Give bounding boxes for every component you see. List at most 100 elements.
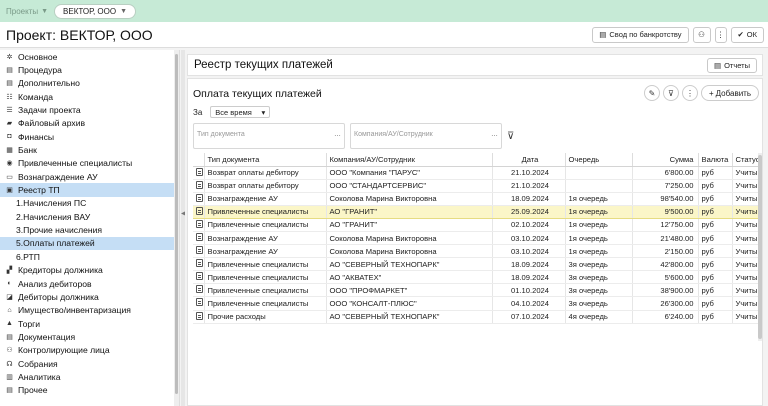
- sidebar-item[interactable]: 3.Прочие начисления: [0, 223, 179, 236]
- sidebar-item[interactable]: ▞ Кредиторы должника: [0, 264, 179, 277]
- cell-date: 18.09.2024: [492, 192, 566, 206]
- sidebar-item[interactable]: ☷ Команда: [0, 90, 179, 103]
- document-icon: [195, 246, 203, 255]
- table-row[interactable]: Возврат оплаты дебитору ООО "СТАНДАРТСЕРВ…: [193, 179, 762, 193]
- table-scrollbar[interactable]: [758, 153, 762, 341]
- chevron-down-icon: ▼: [120, 7, 128, 15]
- document-type-filter[interactable]: Тип документа …: [193, 123, 345, 149]
- sidebar-item[interactable]: ▰ Файловый архив: [0, 117, 179, 130]
- sidebar-item[interactable]: ◉ Привлеченные специалисты: [0, 157, 179, 170]
- cell-type: Вознаграждение АУ: [204, 244, 327, 259]
- ellipsis-icon[interactable]: …: [491, 131, 498, 138]
- sidebar-item[interactable]: 6.РТП: [0, 250, 179, 263]
- document-icon: [195, 219, 203, 228]
- cell-queue: 3я очередь: [565, 283, 633, 298]
- sidebar-item[interactable]: ▥ Аналитика: [0, 370, 179, 383]
- cell-sum: 5'600.00: [632, 270, 699, 285]
- wallet-icon: ▭: [6, 173, 13, 181]
- period-select[interactable]: Все время ▾: [210, 106, 271, 118]
- sidebar-item[interactable]: ▤ Прочее: [0, 384, 179, 397]
- document-icon: ▤: [6, 333, 13, 341]
- cell-company: АО "ГРАНИТ": [326, 204, 493, 219]
- sidebar-item[interactable]: ⌂ Имущество/инвентаризация: [0, 304, 179, 317]
- breadcrumb-projects[interactable]: Проекты: [6, 7, 38, 16]
- apply-filter-icon[interactable]: ⊽: [507, 131, 514, 142]
- add-button[interactable]: + Добавить: [700, 85, 759, 101]
- main-content: Реестр текущих платежей ▤ Отчеты Оплата …: [185, 52, 768, 406]
- sidebar-item[interactable]: 1.Начисления ПС: [0, 197, 179, 210]
- sidebar-item[interactable]: ▤ Процедура: [0, 63, 179, 76]
- sidebar: ✲ Основное ▤ Процедура ▤ Дополнительно ☷ Команд…: [0, 50, 180, 406]
- sidebar-item[interactable]: ▤ Документация: [0, 330, 179, 343]
- user-settings-button[interactable]: ⚇: [692, 26, 711, 43]
- col-date[interactable]: Дата: [492, 153, 566, 167]
- document-icon: [195, 233, 203, 242]
- table-row[interactable]: Возврат оплаты дебитору ООО "Компания "ПА…: [193, 166, 762, 180]
- row-icon-cell: [193, 257, 205, 272]
- more-button[interactable]: ⋮: [681, 85, 698, 101]
- sidebar-item-label: 5.Оплаты платежей: [16, 238, 95, 249]
- col-currency[interactable]: Валюта: [698, 153, 733, 167]
- sidebar-item[interactable]: ▲ Торги: [0, 317, 179, 330]
- org-selector[interactable]: ВЕКТОР, ООО ▼: [54, 3, 137, 19]
- table-row[interactable]: Вознаграждение АУ Соколова Марина Викторо…: [193, 244, 762, 259]
- sidebar-item-label: Банк: [18, 145, 37, 156]
- col-sum[interactable]: Сумма: [632, 153, 699, 167]
- payments-table: Тип документа Компания/АУ/Сотрудник Дата…: [193, 153, 762, 324]
- more-menu-button[interactable]: ⋮: [714, 26, 727, 43]
- sidebar-item[interactable]: ◘ Финансы: [0, 130, 179, 143]
- table-row[interactable]: Привлеченные специалисты АО "ГРАНИТ" 02.10…: [193, 218, 762, 232]
- sidebar-item[interactable]: ◪ Дебиторы должника: [0, 290, 179, 303]
- sidebar-item[interactable]: ☊ Собрания: [0, 357, 179, 370]
- col-queue[interactable]: Очередь: [565, 153, 633, 167]
- table-row[interactable]: Привлеченные специалисты АО "ГРАНИТ" 25.09…: [193, 204, 762, 219]
- sidebar-item[interactable]: ☰ Задачи проекта: [0, 103, 179, 116]
- table-row[interactable]: Вознаграждение АУ Соколова Марина Викторо…: [193, 231, 762, 246]
- table-row[interactable]: Привлеченные специалисты АО "АКВАТЕХ" 18.0…: [193, 270, 762, 285]
- company-filter[interactable]: Компания/АУ/Сотрудник …: [350, 123, 502, 149]
- reports-button[interactable]: ▤ Отчеты: [706, 57, 757, 73]
- ellipsis-icon[interactable]: …: [334, 131, 341, 138]
- cell-queue: 1я очередь: [565, 218, 633, 232]
- document-icon: [195, 298, 203, 307]
- bankruptcy-summary-button[interactable]: ▤ Свод по банкротству: [592, 26, 689, 43]
- cell-type: Привлеченные специалисты: [204, 257, 327, 272]
- cell-type: Привлеченные специалисты: [204, 296, 327, 311]
- sidebar-item-label: Команда: [18, 91, 54, 102]
- meeting-icon: ☊: [6, 360, 13, 368]
- col-icon: [193, 153, 205, 167]
- breadcrumb[interactable]: Проекты ▼: [6, 7, 48, 16]
- filter-button[interactable]: ⊽: [662, 85, 679, 101]
- sidebar-item[interactable]: ▤ Дополнительно: [0, 77, 179, 90]
- col-doc-type[interactable]: Тип документа: [204, 153, 327, 167]
- row-icon-cell: [193, 270, 205, 285]
- table-row[interactable]: Привлеченные специалисты ООО "КОНСАЛТ-ПЛЮ…: [193, 296, 762, 311]
- sidebar-item[interactable]: ⚇ Контролирующие лица: [0, 344, 179, 357]
- property-icon: ⌂: [7, 306, 12, 314]
- sidebar-item-label: Документация: [18, 331, 76, 342]
- document-icon: [195, 285, 203, 294]
- edit-button[interactable]: ✎: [643, 85, 660, 101]
- table-row[interactable]: Привлеченные специалисты АО "СЕВЕРНЫЙ ТЕХ…: [193, 257, 762, 272]
- sidebar-item[interactable]: ▦ Банк: [0, 143, 179, 156]
- sidebar-item-label: Вознаграждение АУ: [18, 171, 98, 182]
- table-row[interactable]: Прочие расходы АО "СЕВЕРНЫЙ ТЕХНОПАРК" 07.…: [193, 310, 762, 324]
- sidebar-item[interactable]: ▭ Вознаграждение АУ: [0, 170, 179, 183]
- ok-button[interactable]: ✔ ОК: [730, 26, 764, 43]
- more-vertical-icon: ⋮: [685, 88, 694, 98]
- user-icon: ⚇: [698, 30, 705, 39]
- chevron-down-icon[interactable]: ▼: [41, 8, 48, 15]
- table-row[interactable]: Привлеченные специалисты ООО "ПРОФМАРКЕТ"…: [193, 283, 762, 298]
- sidebar-item[interactable]: ▣ Реестр ТП: [0, 183, 179, 197]
- sidebar-item[interactable]: 5.Оплаты платежей: [0, 236, 179, 251]
- sidebar-item[interactable]: ◐ Анализ дебиторов: [0, 277, 179, 290]
- cell-company: ООО "КОНСАЛТ-ПЛЮС": [326, 296, 493, 311]
- sidebar-item[interactable]: ✲ Основное: [0, 50, 179, 63]
- sidebar-scrollbar[interactable]: [174, 50, 179, 406]
- sidebar-item[interactable]: 2.Начисления ВАУ: [0, 210, 179, 223]
- col-company[interactable]: Компания/АУ/Сотрудник: [326, 153, 493, 167]
- table-row[interactable]: Вознаграждение АУ Соколова Марина Викторо…: [193, 192, 762, 206]
- cell-queue: [565, 166, 633, 180]
- cell-date: 03.10.2024: [492, 231, 566, 246]
- payments-panel: Оплата текущих платежей ✎ ⊽ ⋮ + Добавить…: [187, 78, 763, 406]
